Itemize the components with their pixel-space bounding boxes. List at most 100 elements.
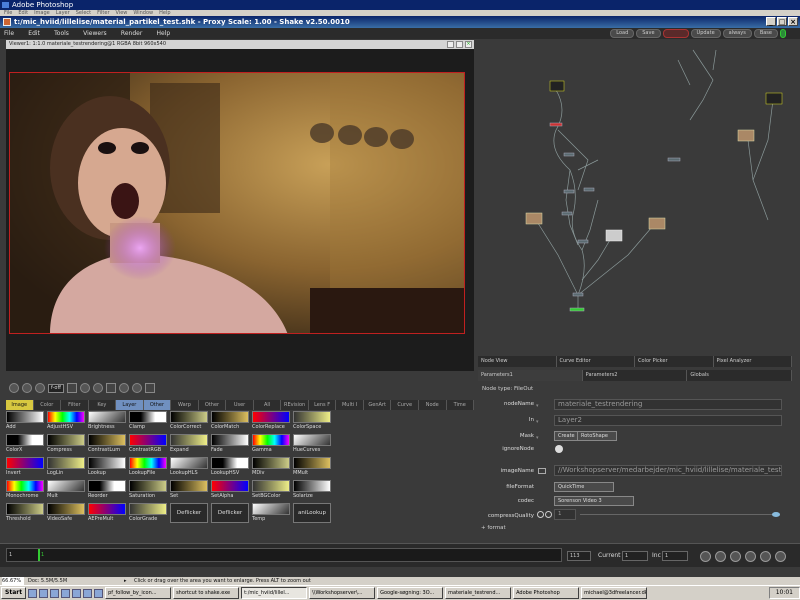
- menu-viewers[interactable]: Viewers: [83, 30, 107, 37]
- imagename-field[interactable]: //Workshopserver/medarbejder/mic_hviid/l…: [554, 465, 782, 476]
- tool-colorreplace[interactable]: ColorReplace: [252, 411, 290, 431]
- close-button[interactable]: ×: [788, 17, 798, 26]
- tool-colorgrade[interactable]: ColorGrade: [129, 503, 167, 523]
- compare-icon[interactable]: [79, 383, 90, 393]
- compressquality-anim-icon[interactable]: [537, 511, 544, 518]
- histogram-icon[interactable]: [131, 383, 142, 393]
- menu-help[interactable]: Help: [157, 30, 171, 37]
- render-indicator[interactable]: [662, 29, 689, 38]
- tool-brightness[interactable]: Brightness: [88, 411, 126, 431]
- tool-add[interactable]: Add: [6, 411, 44, 431]
- tool-monochrome[interactable]: Monochrome: [6, 480, 44, 500]
- compressquality-slider-handle[interactable]: [772, 512, 780, 517]
- tool-invert[interactable]: Invert: [6, 457, 44, 477]
- tool-lookupfile[interactable]: LookupFile: [129, 457, 167, 477]
- play-forward-button[interactable]: [760, 551, 771, 562]
- tool-tab[interactable]: Warp: [171, 400, 199, 410]
- tool-videosafe[interactable]: VideoSafe: [47, 503, 85, 523]
- quicklaunch-explorer-icon[interactable]: [50, 588, 60, 598]
- tab-parameters2[interactable]: Parameters2: [583, 370, 688, 381]
- tab-node-view[interactable]: Node View: [478, 356, 557, 367]
- load-button[interactable]: Load: [610, 29, 635, 38]
- tool-deflicker[interactable]: Deflicker: [170, 503, 208, 523]
- compressquality-slider[interactable]: [580, 514, 780, 515]
- quicklaunch-app-icon[interactable]: [61, 588, 71, 598]
- viewer-close-icon[interactable]: ×: [465, 41, 472, 48]
- save-button[interactable]: Save: [636, 29, 661, 38]
- tool-tab[interactable]: Layer: [116, 400, 144, 410]
- color-channel-icon[interactable]: [9, 383, 19, 393]
- tool-temp[interactable]: Temp: [252, 503, 290, 523]
- tool-tab[interactable]: Lens F: [309, 400, 337, 410]
- current-frame-marker[interactable]: [38, 549, 40, 561]
- viewer-maximize-icon[interactable]: [456, 41, 463, 48]
- quicklaunch-desktop-icon[interactable]: [39, 588, 49, 598]
- stop-button[interactable]: [745, 551, 756, 562]
- tool-tab[interactable]: Other: [143, 400, 172, 410]
- tool-set[interactable]: Set: [170, 480, 208, 500]
- tool-tab[interactable]: Multi I: [336, 400, 364, 410]
- quicklaunch-ie-icon[interactable]: [28, 588, 38, 598]
- tool-colorspace[interactable]: ColorSpace: [293, 411, 331, 431]
- nodename-field[interactable]: materiale_testrendering: [554, 399, 782, 410]
- tool-lookuphsv[interactable]: LookupHSV: [211, 457, 249, 477]
- rewind-button[interactable]: [700, 551, 711, 562]
- rgb-channel-icon[interactable]: [22, 383, 32, 393]
- play-back-button[interactable]: [730, 551, 741, 562]
- inc-field[interactable]: 1: [662, 551, 688, 561]
- tool-lookup[interactable]: Lookup: [88, 457, 126, 477]
- folder-icon[interactable]: [538, 468, 546, 474]
- tool-reorder[interactable]: Reorder: [88, 480, 126, 500]
- task-google[interactable]: Google-søgning: 3O...: [377, 587, 444, 599]
- tool-mult[interactable]: Mult: [47, 480, 85, 500]
- tab-curve-editor[interactable]: Curve Editor: [557, 356, 635, 367]
- tool-tab[interactable]: REvision: [281, 400, 309, 410]
- proxy-icon[interactable]: [144, 383, 155, 393]
- format-expander[interactable]: + format: [481, 525, 506, 531]
- quicklaunch-app4-icon[interactable]: [94, 588, 104, 598]
- tool-lookuphls[interactable]: LookupHLS: [170, 457, 208, 477]
- viewer-float-icon[interactable]: [447, 41, 454, 48]
- maximize-button[interactable]: □: [777, 17, 787, 26]
- quicklaunch-app2-icon[interactable]: [72, 588, 82, 598]
- pause-icon[interactable]: [35, 383, 45, 393]
- roi-icon[interactable]: [105, 383, 116, 393]
- ignorenode-toggle[interactable]: [555, 445, 563, 453]
- wipe-icon[interactable]: [92, 383, 103, 393]
- tool-gamma[interactable]: Gamma: [252, 434, 290, 454]
- tool-adjusthsv[interactable]: AdjustHSV: [47, 411, 85, 431]
- tool-contrastrgb[interactable]: ContrastRGB: [129, 434, 167, 454]
- step-back-button[interactable]: [715, 551, 726, 562]
- tool-tab[interactable]: Node: [419, 400, 447, 410]
- tool-mdiv[interactable]: MDiv: [252, 457, 290, 477]
- tab-globals[interactable]: Globals: [687, 370, 793, 381]
- compressquality-reset-icon[interactable]: [545, 511, 552, 518]
- tool-tab[interactable]: Color: [34, 400, 62, 410]
- tool-expand[interactable]: Expand: [170, 434, 208, 454]
- lut-icon[interactable]: [118, 383, 129, 393]
- always-button[interactable]: always: [722, 29, 752, 38]
- task-photoshop[interactable]: Adobe Photoshop: [513, 587, 580, 599]
- fit-icon[interactable]: [66, 383, 77, 393]
- mask-create-button[interactable]: Create: [554, 431, 579, 441]
- tool-colormatch[interactable]: ColorMatch: [211, 411, 249, 431]
- step-forward-button[interactable]: [775, 551, 786, 562]
- tool-tab[interactable]: Filter: [61, 400, 89, 410]
- in-field[interactable]: Layer2: [554, 415, 782, 426]
- tool-compress[interactable]: Compress: [47, 434, 85, 454]
- compressquality-field[interactable]: 1: [554, 509, 576, 520]
- tool-colorcorrect[interactable]: ColorCorrect: [170, 411, 208, 431]
- tool-tab[interactable]: Other: [199, 400, 227, 410]
- tool-threshold[interactable]: Threshold: [6, 503, 44, 523]
- tool-mmult[interactable]: MMult: [293, 457, 331, 477]
- tool-huecurves[interactable]: HueCurves: [293, 434, 331, 454]
- tool-setalpha[interactable]: SetAlpha: [211, 480, 249, 500]
- task-shake-shortcut[interactable]: shortcut to shake.exe: [173, 587, 240, 599]
- tool-solarize[interactable]: Solarize: [293, 480, 331, 500]
- update-button[interactable]: Update: [690, 29, 721, 38]
- menu-edit[interactable]: Edit: [28, 30, 40, 37]
- tool-aepremult[interactable]: AEPreMult: [88, 503, 126, 523]
- start-button[interactable]: Start: [1, 587, 27, 599]
- tool-anilookup[interactable]: aniLookup: [293, 503, 331, 523]
- tab-parameters1[interactable]: Parameters1: [478, 370, 583, 381]
